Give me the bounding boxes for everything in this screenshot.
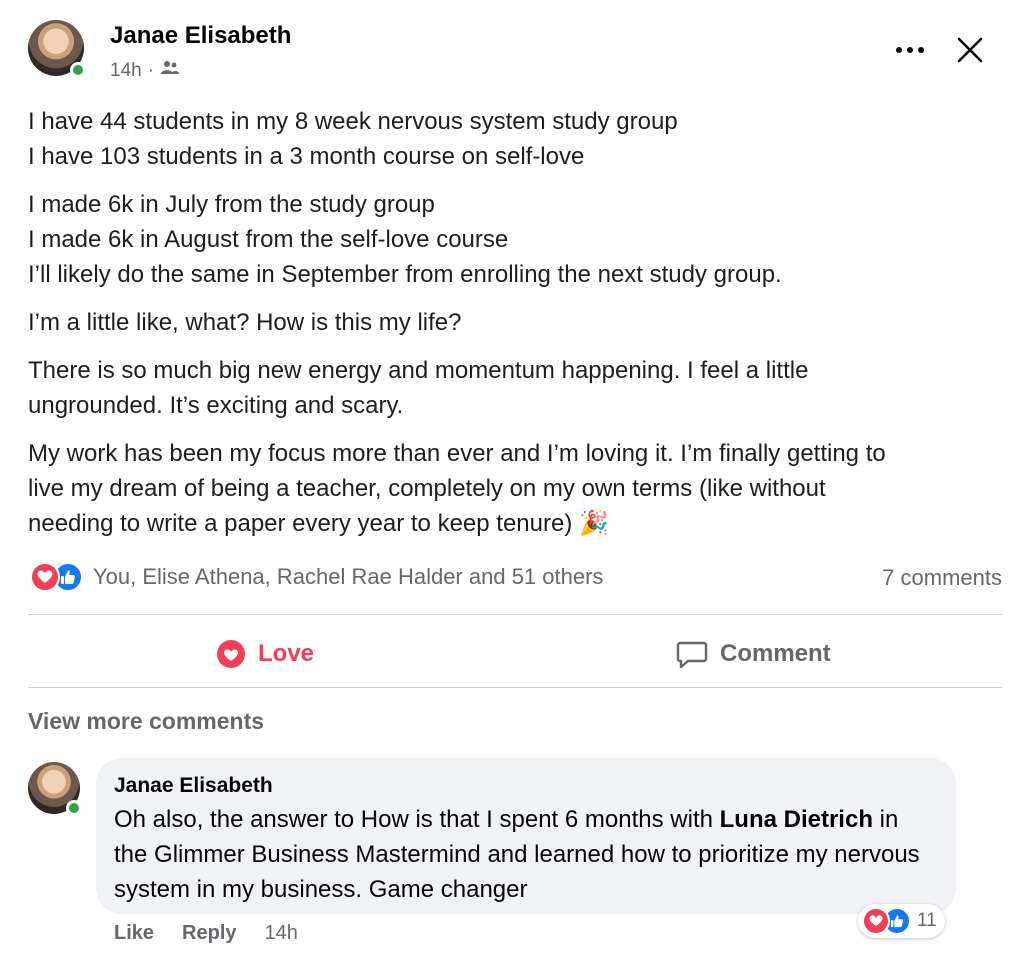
close-icon	[957, 37, 983, 63]
reaction-names[interactable]: You, Elise Athena, Rachel Rae Halder and…	[93, 564, 603, 590]
reactions-summary[interactable]: You, Elise Athena, Rachel Rae Halder and…	[30, 562, 603, 592]
post-timestamp[interactable]: 14h	[110, 60, 142, 82]
divider-top	[28, 614, 1002, 615]
divider-bottom	[28, 687, 1002, 688]
comment-reaction-count: 11	[917, 910, 937, 931]
comment-like-button[interactable]: Like	[114, 922, 154, 945]
post-text-line: I made 6k in August from the self-love c…	[28, 226, 509, 253]
online-status-indicator	[70, 62, 86, 78]
post-text-line: I’m a little like, what? How is this my …	[28, 309, 462, 336]
post-text-line: I have 103 students in a 3 month course …	[28, 143, 585, 170]
post-text-line: I made 6k in July from the study group	[28, 191, 435, 218]
post-meta: 14h ·	[110, 60, 180, 82]
comment-button-label: Comment	[720, 640, 831, 667]
comment-reply-button[interactable]: Reply	[182, 922, 236, 945]
post-author-name[interactable]: Janae Elisabeth	[110, 22, 291, 50]
comment-bubble: Janae Elisabeth Oh also, the answer to H…	[96, 758, 956, 914]
post-text-line: ungrounded. It’s exciting and scary.	[28, 392, 404, 419]
post-paragraph: I’m a little like, what? How is this my …	[28, 305, 1008, 340]
more-icon	[896, 47, 924, 53]
facebook-post: Janae Elisabeth 14h · I have 44 students…	[0, 0, 1030, 960]
online-status-indicator	[66, 800, 82, 816]
post-paragraph: I have 44 students in my 8 week nervous …	[28, 104, 1008, 174]
comments-count[interactable]: 7 comments	[882, 565, 1002, 591]
post-text-line: live my dream of being a teacher, comple…	[28, 475, 826, 502]
mentioned-user-link[interactable]: Luna Dietrich	[720, 806, 873, 833]
love-reaction-icon	[862, 907, 890, 935]
love-icon	[217, 640, 245, 668]
comment-timestamp[interactable]: 14h	[265, 922, 298, 945]
comment-text-part: Oh also, the answer to How is that I spe…	[114, 806, 720, 833]
post-text-line: I’ll likely do the same in September fro…	[28, 261, 782, 288]
meta-separator: ·	[147, 60, 155, 81]
post-paragraph: There is so much big new energy and mome…	[28, 353, 1008, 423]
comment-actions: Like Reply 14h	[114, 922, 298, 945]
author-avatar[interactable]	[28, 20, 86, 78]
commenter-avatar[interactable]	[28, 762, 82, 816]
more-options-button[interactable]	[890, 30, 930, 70]
love-reaction-icon	[30, 562, 60, 592]
post-text-line: needing to write a paper every year to k…	[28, 510, 609, 537]
post-body: I have 44 students in my 8 week nervous …	[28, 104, 1008, 554]
comment-text: Oh also, the answer to How is that I spe…	[114, 802, 934, 907]
view-more-comments-link[interactable]: View more comments	[28, 708, 264, 735]
love-button[interactable]: Love	[216, 632, 314, 676]
post-paragraph: My work has been my focus more than ever…	[28, 436, 1008, 541]
comment-reactions[interactable]: 11	[858, 904, 945, 938]
post-text-line: My work has been my focus more than ever…	[28, 440, 886, 467]
post-paragraph: I made 6k in July from the study group I …	[28, 187, 1008, 292]
post-text-line: I have 44 students in my 8 week nervous …	[28, 108, 678, 135]
comment-icon	[676, 641, 708, 669]
post-text-line: There is so much big new energy and mome…	[28, 357, 809, 384]
friends-icon	[160, 60, 180, 82]
comment-author-name[interactable]: Janae Elisabeth	[114, 774, 273, 798]
love-button-label: Love	[258, 640, 315, 667]
comment-button[interactable]: Comment	[676, 632, 831, 676]
close-button[interactable]	[950, 30, 990, 70]
